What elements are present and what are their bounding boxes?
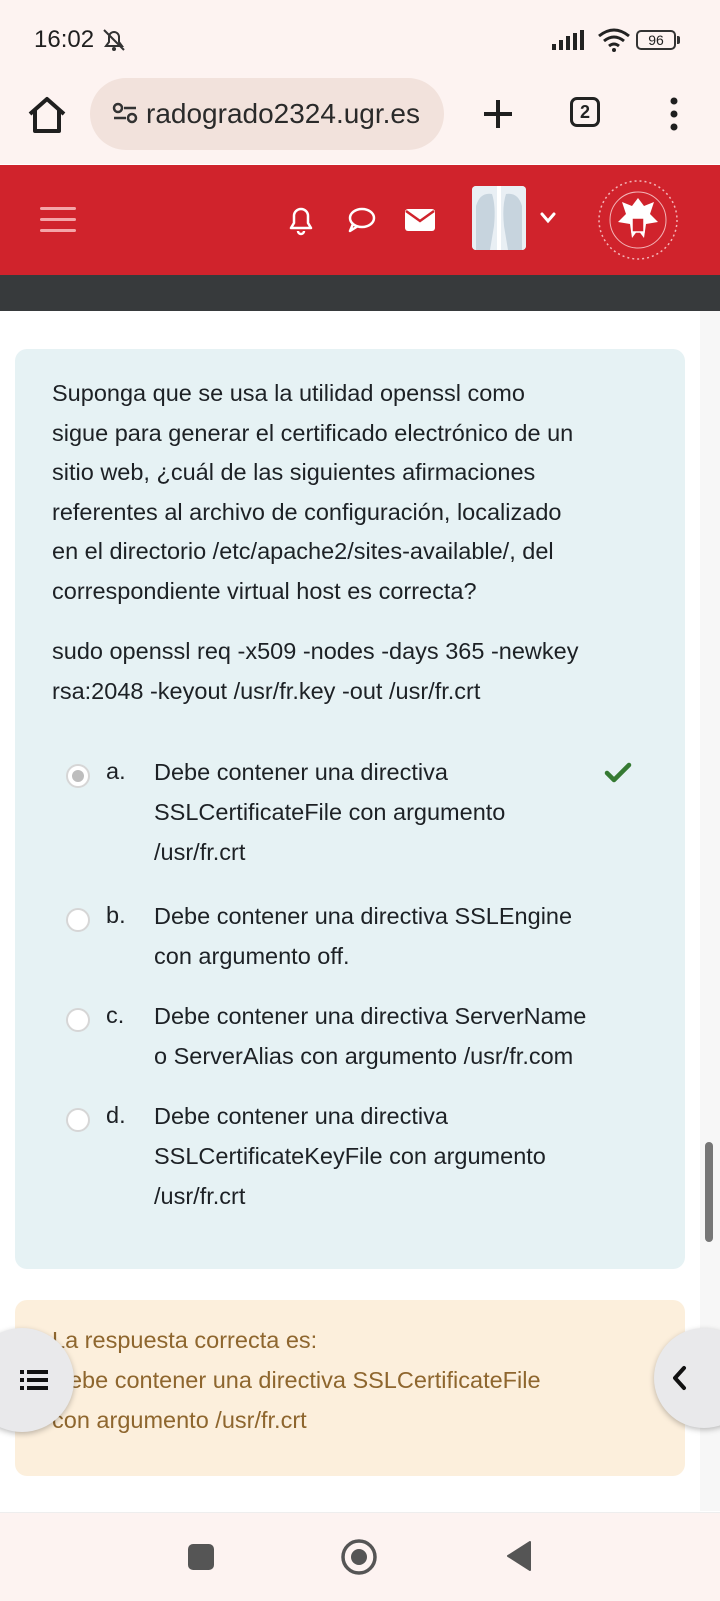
- tab-switcher-button[interactable]: 2: [570, 97, 600, 127]
- question-line: sigue para generar el certificado electr…: [52, 419, 574, 446]
- option-line: SSLCertificateKeyFile con argumento: [154, 1143, 546, 1169]
- notifications-bell-icon[interactable]: [286, 204, 316, 236]
- list-icon: [20, 1370, 48, 1390]
- secondary-navbar: [0, 275, 720, 311]
- url-text[interactable]: radogrado2324.ugr.es: [146, 98, 420, 130]
- battery-tip: [677, 36, 680, 44]
- wifi-icon: [598, 28, 630, 52]
- correct-check-icon: [604, 762, 632, 783]
- option-c-radio[interactable]: [66, 1008, 90, 1032]
- question-line: en el directorio /etc/apache2/sites-avai…: [52, 538, 554, 564]
- option-line: o ServerAlias con argumento /usr/fr.com: [154, 1043, 574, 1069]
- feedback-line: Debe contener una directiva SSLCertifica…: [52, 1367, 541, 1393]
- option-c-text[interactable]: Debe contener una directiva ServerName o…: [154, 996, 654, 1076]
- status-time: 16:02: [34, 26, 95, 53]
- avatar-image: [472, 186, 526, 250]
- command-line: rsa:2048 -keyout /usr/fr.key -out /usr/f…: [52, 677, 481, 704]
- option-d-text[interactable]: Debe contener una directiva SSLCertifica…: [154, 1096, 654, 1216]
- home-button[interactable]: [22, 90, 72, 140]
- new-tab-button[interactable]: [478, 92, 518, 136]
- question-line: referentes al archivo de configuración, …: [52, 498, 562, 525]
- option-a-text[interactable]: Debe contener una directiva SSLCertifica…: [154, 752, 654, 872]
- option-line: /usr/fr.crt: [154, 839, 246, 865]
- option-line: Debe contener una directiva: [154, 1103, 448, 1129]
- option-line: /usr/fr.crt: [154, 1183, 246, 1209]
- option-c-letter: c.: [106, 1002, 125, 1028]
- battery-indicator: 96: [636, 30, 676, 50]
- command-text: sudo openssl req -x509 -nodes -days 365 …: [52, 632, 662, 711]
- signal-icon: [552, 30, 584, 50]
- hamburger-menu-icon[interactable]: [40, 205, 76, 235]
- question-line: sitio web, ¿cuál de las siguientes afirm…: [52, 459, 536, 485]
- recent-apps-button[interactable]: [188, 1544, 214, 1570]
- option-b-text[interactable]: Debe contener una directiva SSLEngine co…: [154, 896, 654, 976]
- home-circle-button[interactable]: [340, 1538, 378, 1576]
- option-line: SSLCertificateFile con argumento: [154, 799, 506, 825]
- feedback-text: La respuesta correcta es: Debe contener …: [52, 1320, 652, 1440]
- option-line: con argumento off.: [154, 943, 350, 969]
- feedback-line: La respuesta correcta es:: [52, 1327, 318, 1353]
- option-line: Debe contener una directiva SSLEngine: [154, 903, 573, 929]
- option-b-radio[interactable]: [66, 908, 90, 932]
- question-line: correspondiente virtual host es correcta…: [52, 577, 477, 604]
- option-a-letter: a.: [106, 758, 126, 784]
- question-text: Suponga que se usa la utilidad openssl c…: [52, 374, 662, 611]
- site-settings-icon[interactable]: [112, 102, 138, 124]
- option-d-radio[interactable]: [66, 1108, 90, 1132]
- feedback-line: con argumento /usr/fr.crt: [52, 1407, 307, 1433]
- back-triangle-button[interactable]: [506, 1540, 532, 1572]
- mail-envelope-icon[interactable]: [404, 208, 436, 232]
- chevron-left-icon: [673, 1366, 686, 1390]
- university-seal-logo: [598, 180, 678, 260]
- option-line: Debe contener una directiva ServerName: [154, 1003, 587, 1029]
- user-avatar[interactable]: [472, 186, 526, 250]
- messages-chat-icon[interactable]: [346, 206, 376, 234]
- option-a-radio[interactable]: [66, 764, 90, 788]
- chevron-down-icon[interactable]: [540, 212, 556, 224]
- scrollbar-thumb[interactable]: [705, 1142, 713, 1242]
- option-line: Debe contener una directiva: [154, 759, 448, 785]
- more-menu-icon[interactable]: [668, 96, 680, 132]
- bell-off-icon: [103, 29, 125, 51]
- command-line: sudo openssl req -x509 -nodes -days 365 …: [52, 638, 579, 664]
- option-b-letter: b.: [106, 902, 126, 928]
- option-d-letter: d.: [106, 1102, 126, 1128]
- question-line: Suponga que se usa la utilidad openssl c…: [52, 380, 525, 406]
